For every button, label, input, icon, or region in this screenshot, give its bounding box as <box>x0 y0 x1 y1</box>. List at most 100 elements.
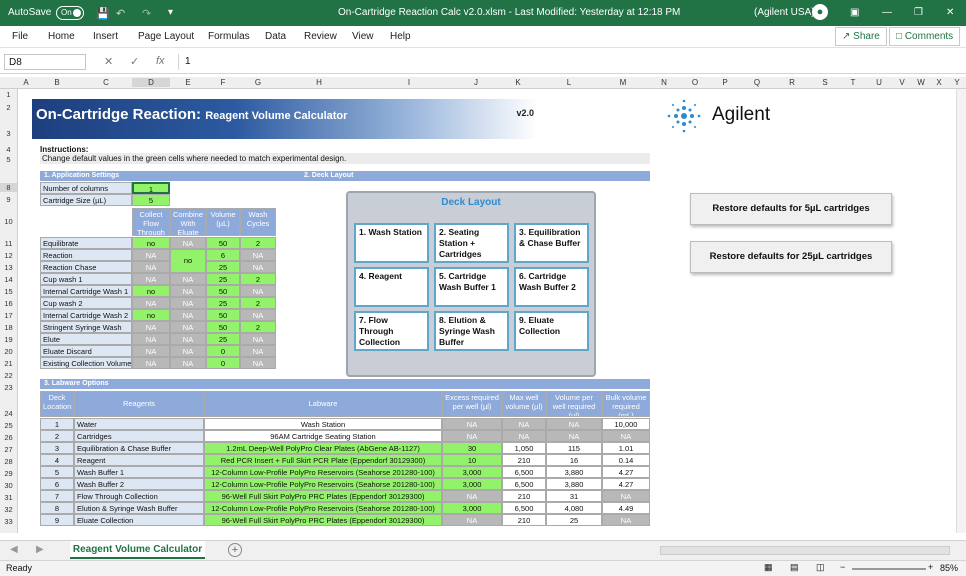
tab-formulas[interactable]: Formulas <box>208 31 250 42</box>
column-header[interactable]: G <box>240 78 276 87</box>
step-collect[interactable]: no <box>132 285 170 297</box>
normal-view-icon[interactable]: ▦ <box>764 562 773 573</box>
step-combine[interactable]: no <box>170 249 206 273</box>
setting-input-columns[interactable]: 1 <box>132 182 170 194</box>
vertical-scrollbar[interactable] <box>956 89 966 533</box>
formula-input[interactable]: 1 <box>178 54 964 70</box>
column-header[interactable]: T <box>840 78 866 87</box>
row-header[interactable]: 21 <box>0 359 17 368</box>
zoom-level[interactable]: 85% <box>940 563 958 573</box>
labware-excess[interactable]: 3,000 <box>442 466 502 478</box>
column-header[interactable]: M <box>598 78 648 87</box>
row-header[interactable]: 16 <box>0 299 17 308</box>
column-header[interactable]: L <box>540 78 598 87</box>
row-header[interactable]: 5 <box>0 155 17 164</box>
step-volume[interactable]: 50 <box>206 309 240 321</box>
step-wash[interactable]: 2 <box>240 237 276 249</box>
row-header[interactable]: 11 <box>0 239 17 248</box>
column-header[interactable]: J <box>456 78 496 87</box>
save-icon[interactable]: 💾 <box>96 7 110 20</box>
labware-name[interactable]: 12-Column Low-Profile PolyPro Reservoirs… <box>204 466 442 478</box>
column-header[interactable]: Q <box>740 78 774 87</box>
page-break-view-icon[interactable]: ◫ <box>816 562 825 573</box>
comments-button[interactable]: □ Comments <box>889 27 961 46</box>
tab-view[interactable]: View <box>352 31 374 42</box>
row-header[interactable]: 20 <box>0 347 17 356</box>
column-header[interactable]: X <box>930 78 948 87</box>
row-header[interactable]: 9 <box>0 195 17 204</box>
labware-excess[interactable]: 3,000 <box>442 478 502 490</box>
labware-name[interactable]: 12-Column Low-Profile PolyPro Reservoirs… <box>204 502 442 514</box>
row-header[interactable]: 23 <box>0 383 17 392</box>
labware-excess[interactable]: 30 <box>442 442 502 454</box>
step-wash[interactable]: 2 <box>240 297 276 309</box>
ribbon-display-icon[interactable]: ▣ <box>850 7 859 18</box>
row-header[interactable]: 8 <box>0 183 17 192</box>
row-header[interactable]: 32 <box>0 505 17 514</box>
insert-function-icon[interactable]: fx <box>156 55 165 67</box>
column-header[interactable]: C <box>80 78 132 87</box>
column-header[interactable]: R <box>774 78 810 87</box>
column-header[interactable]: I <box>362 78 456 87</box>
horizontal-scrollbar[interactable] <box>660 546 950 555</box>
zoom-slider[interactable] <box>852 568 926 570</box>
account-name[interactable]: (Agilent USA) <box>754 7 815 18</box>
name-box[interactable]: D8 <box>4 54 86 70</box>
labware-name[interactable]: 1.2mL Deep-Well PolyPro Clear Plates (Ab… <box>204 442 442 454</box>
step-wash[interactable]: 2 <box>240 273 276 285</box>
row-header[interactable]: 19 <box>0 335 17 344</box>
tab-file[interactable]: File <box>12 31 28 42</box>
row-header[interactable]: 33 <box>0 517 17 526</box>
row-header[interactable]: 25 <box>0 421 17 430</box>
column-header[interactable]: H <box>276 78 362 87</box>
row-header[interactable]: 22 <box>0 371 17 380</box>
setting-input-cartridge-size[interactable]: 5 <box>132 194 170 206</box>
labware-name[interactable]: 96-Well Full Skirt PolyPro PRC Plates (E… <box>204 514 442 526</box>
row-header[interactable]: 10 <box>0 217 17 226</box>
step-collect[interactable]: no <box>132 309 170 321</box>
row-header[interactable]: 26 <box>0 433 17 442</box>
column-header[interactable]: Y <box>948 78 966 87</box>
step-volume[interactable]: 0 <box>206 345 240 357</box>
column-header[interactable]: K <box>496 78 540 87</box>
step-wash[interactable]: 2 <box>240 321 276 333</box>
column-header[interactable]: S <box>810 78 840 87</box>
sheet-tab-reagent-volume-calculator[interactable]: Reagent Volume Calculator <box>70 541 205 559</box>
row-header[interactable]: 3 <box>0 129 17 138</box>
customize-icon[interactable]: ▾ <box>168 7 173 18</box>
document-title[interactable]: On-Cartridge Reaction Calc v2.0.xlsm - L… <box>338 7 680 18</box>
zoom-in-icon[interactable]: + <box>928 562 933 572</box>
column-header[interactable]: W <box>912 78 930 87</box>
enter-icon[interactable]: ✓ <box>130 55 139 68</box>
row-header[interactable]: 18 <box>0 323 17 332</box>
restore-25ul-button[interactable]: Restore defaults for 25µL cartridges <box>690 241 892 273</box>
column-header[interactable]: F <box>206 78 240 87</box>
step-volume[interactable]: 25 <box>206 297 240 309</box>
row-header[interactable]: 24 <box>0 409 17 418</box>
page-layout-view-icon[interactable]: ▤ <box>790 562 799 573</box>
tab-page-layout[interactable]: Page Layout <box>138 31 194 42</box>
row-header[interactable]: 14 <box>0 275 17 284</box>
column-header[interactable]: V <box>892 78 912 87</box>
worksheet[interactable]: On-Cartridge Reaction: Reagent Volume Ca… <box>18 89 966 533</box>
autosave-toggle[interactable]: On <box>56 6 84 20</box>
tab-home[interactable]: Home <box>48 31 75 42</box>
step-volume[interactable]: 50 <box>206 285 240 297</box>
row-header[interactable]: 31 <box>0 493 17 502</box>
restore-icon[interactable]: ❐ <box>914 7 923 18</box>
tab-review[interactable]: Review <box>304 31 337 42</box>
labware-excess[interactable]: 3,000 <box>442 502 502 514</box>
row-header[interactable]: 17 <box>0 311 17 320</box>
column-header[interactable]: A <box>18 78 34 87</box>
step-collect[interactable]: no <box>132 237 170 249</box>
column-header[interactable]: N <box>648 78 680 87</box>
tab-data[interactable]: Data <box>265 31 286 42</box>
prev-sheet-icon[interactable]: ◀ <box>10 544 18 555</box>
cancel-icon[interactable]: ✕ <box>104 55 113 68</box>
tab-insert[interactable]: Insert <box>93 31 118 42</box>
share-button[interactable]: ↗ Share <box>835 27 887 46</box>
add-sheet-icon[interactable]: + <box>228 543 242 557</box>
column-header[interactable]: B <box>34 78 80 87</box>
next-sheet-icon[interactable]: ▶ <box>36 544 44 555</box>
row-header[interactable]: 29 <box>0 469 17 478</box>
